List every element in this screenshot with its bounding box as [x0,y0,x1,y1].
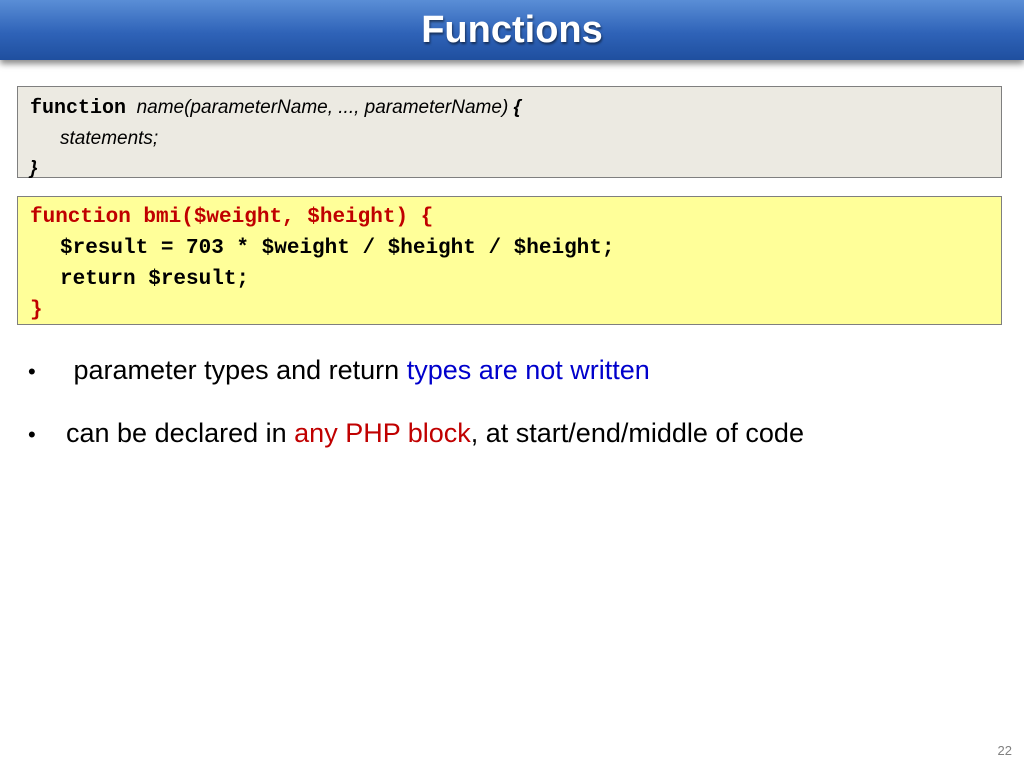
bullet-2-highlight: any PHP block [294,418,471,448]
code-line-2: $result = 703 * $weight / $height / $hei… [60,237,615,260]
bullet-1-text: parameter types and return [73,355,407,385]
syntax-line-2: statements; [30,124,989,154]
syntax-keyword: function [30,97,127,120]
bullet-text: parameter types and return types are not… [66,355,650,386]
bullet-marker: • [28,422,36,447]
bullet-2-text-after: , at start/end/middle of code [470,418,804,448]
page-number: 22 [997,743,1012,758]
syntax-box: function name(parameterName, ..., parame… [17,86,1002,179]
code-line-3: return $result; [60,268,250,291]
syntax-close-brace: } [30,158,38,179]
bullet-item-1: • parameter types and return types are n… [28,355,988,386]
code-line-4: } [30,299,43,322]
bullet-item-2: • can be declared in any PHP block, at s… [28,418,988,449]
syntax-body: statements; [60,128,159,149]
syntax-line-3: } [30,154,989,184]
code-example-box: function bmi($weight, $height) { $result… [17,196,1002,325]
syntax-line-1: function name(parameterName, ..., parame… [30,93,989,124]
bullet-marker: • [28,359,36,384]
syntax-open-brace: { [513,97,521,118]
bullet-list: • parameter types and return types are n… [28,355,988,481]
slide-title: Functions [421,8,603,51]
code-line-1: function bmi($weight, $height) { [30,206,434,229]
syntax-signature: name(parameterName, ..., parameterName) [136,97,509,118]
title-bar: Functions [0,0,1024,60]
bullet-1-highlight: types are not written [406,355,650,385]
bullet-text: can be declared in any PHP block, at sta… [66,418,804,449]
bullet-2-text: can be declared in [66,418,295,448]
